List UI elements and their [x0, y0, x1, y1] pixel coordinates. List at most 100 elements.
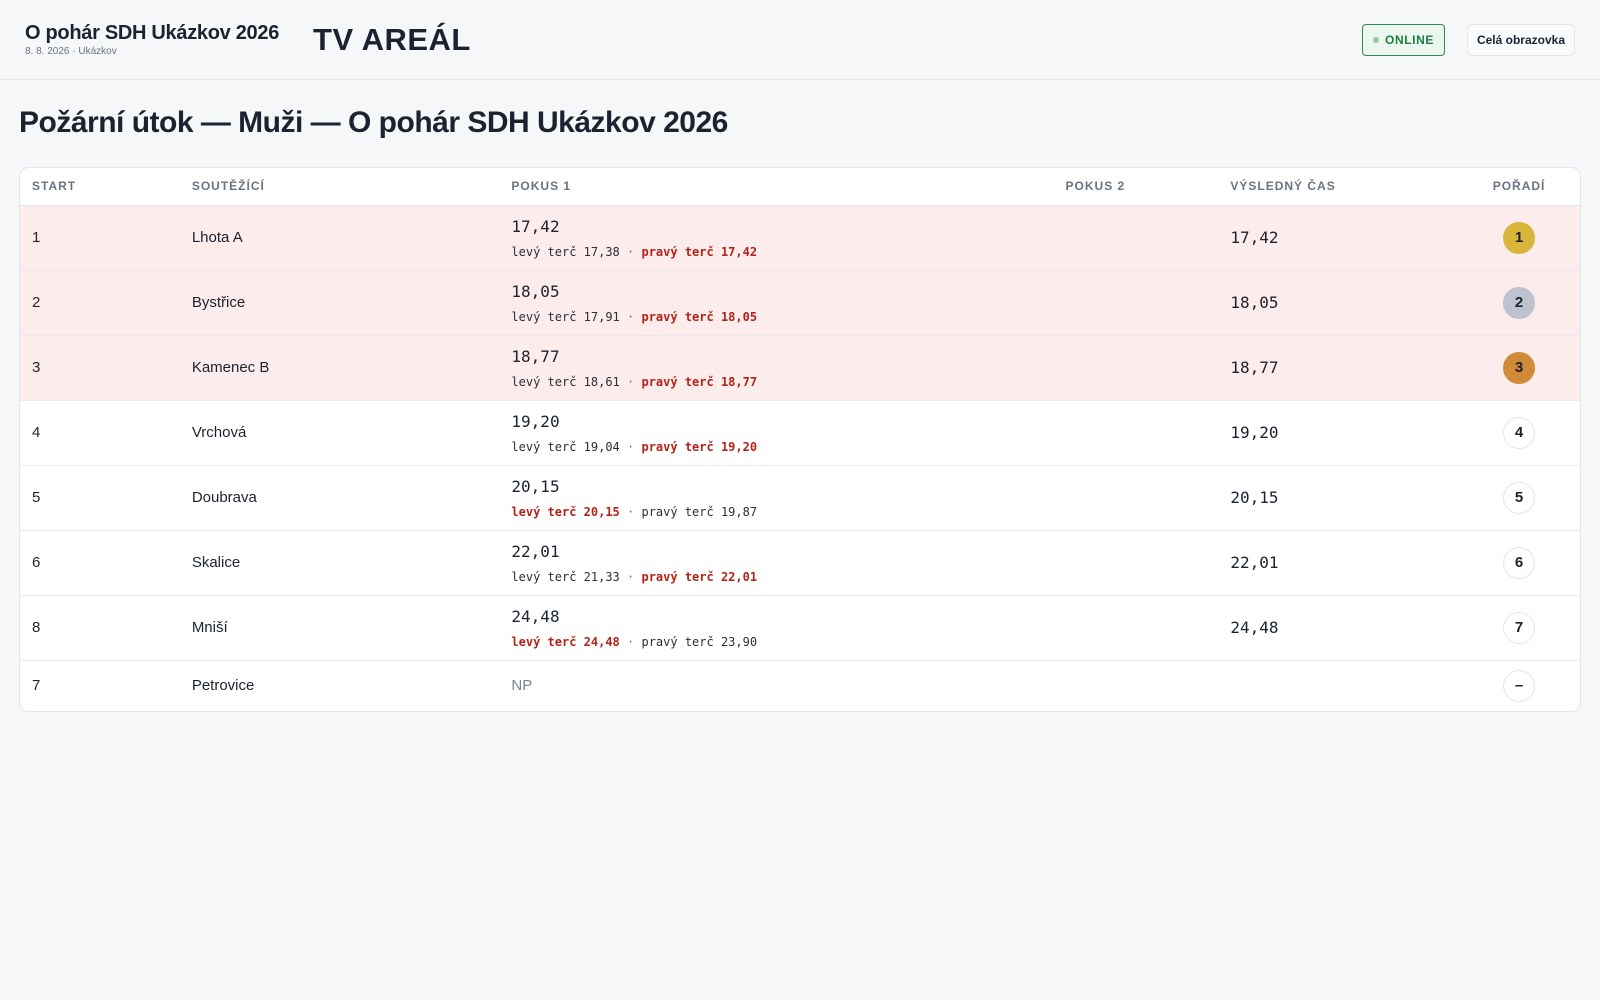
start-number: 3	[20, 335, 180, 401]
table-row: 4 Vrchová 19,20 levý terč 19,04 · pravý ter…	[20, 400, 1580, 466]
final-time: 20,15	[1218, 465, 1459, 531]
right-target-time: pravý terč 22,01	[641, 569, 758, 584]
attempt1-target-times: levý terč 18,61 · pravý terč 18,77	[511, 374, 1053, 390]
final-time: 18,77	[1218, 335, 1459, 401]
attempt1-cell: 20,15 levý terč 20,15 · pravý terč 19,87	[499, 465, 1054, 531]
attempt1-target-times: levý terč 21,33 · pravý terč 22,01	[511, 569, 1053, 585]
status-badge: ONLINE	[1362, 23, 1445, 56]
right-target-time: pravý terč 17,42	[641, 244, 758, 259]
attempt2-cell	[1053, 400, 1219, 466]
final-time	[1218, 660, 1458, 711]
attempt2-cell	[1053, 595, 1219, 661]
left-target-time: levý terč 24,48	[511, 634, 620, 649]
table-body: 1 Lhota A 17,42 levý terč 17,38 · pravý ter…	[20, 205, 1580, 711]
attempt1-cell: 18,05 levý terč 17,91 · pravý terč 18,05	[499, 270, 1054, 336]
right-target-time: pravý terč 19,20	[641, 439, 758, 454]
table-row: 8 Mniší 24,48 levý terč 24,48 · pravý terč …	[20, 595, 1580, 661]
event-subtitle: 8. 8. 2026 · Ukázkov	[25, 46, 117, 57]
final-time: 19,20	[1218, 400, 1459, 466]
column-header-start: START	[20, 168, 180, 206]
start-number: 4	[20, 400, 180, 466]
attempt1-cell: 19,20 levý terč 19,04 · pravý terč 19,20	[499, 400, 1054, 466]
start-number: 2	[20, 270, 180, 336]
rank-cell: 4	[1458, 400, 1580, 466]
team-name: Petrovice	[191, 677, 255, 695]
attempt1-cell: 22,01 levý terč 21,33 · pravý terč 22,01	[499, 530, 1054, 596]
attempt2-cell	[1053, 530, 1219, 596]
attempt1-cell: 17,42 levý terč 17,38 · pravý terč 17,42	[499, 205, 1054, 271]
status-dot-icon	[1373, 36, 1380, 43]
rank-cell: 2	[1458, 270, 1580, 336]
left-target-time: levý terč 20,15	[511, 504, 620, 519]
team-name: Doubrava	[179, 465, 500, 531]
table-row: 5 Doubrava 20,15 levý terč 20,15 · pravý te…	[20, 465, 1580, 531]
attempt1-time: 18,05	[511, 281, 560, 301]
attempt2-cell	[1053, 270, 1219, 336]
status-label: ONLINE	[1385, 32, 1434, 47]
separator: ·	[627, 634, 635, 649]
separator: ·	[627, 504, 635, 519]
event-brand: O pohár SDH Ukázkov 2026 8. 8. 2026 · Uk…	[25, 21, 279, 58]
team-name: Mniší	[179, 595, 500, 661]
separator: ·	[627, 439, 635, 454]
separator: ·	[627, 569, 635, 584]
table-header-row: START SOUTĚŽÍCÍ POKUS 1 POKUS 2 VÝSLEDNÝ…	[20, 168, 1580, 206]
column-header-attempt2: POKUS 2	[1053, 168, 1219, 206]
start-number: 7	[32, 677, 41, 695]
team-name: Vrchová	[179, 400, 500, 466]
attempt1-target-times: levý terč 17,38 · pravý terč 17,42	[511, 244, 1053, 260]
rank-badge: 7	[1503, 611, 1536, 644]
start-number: 8	[20, 595, 180, 661]
column-header-team: SOUTĚŽÍCÍ	[179, 168, 500, 206]
attempt1-time: 18,77	[511, 346, 560, 366]
attempt1-time: 19,20	[511, 411, 560, 431]
rank-badge: 3	[1503, 351, 1536, 384]
attempt1-cell: 24,48 levý terč 24,48 · pravý terč 23,90	[499, 595, 1054, 661]
column-header-rank: POŘADÍ	[1458, 168, 1580, 206]
final-time: 18,05	[1218, 270, 1459, 336]
table-row: 1 Lhota A 17,42 levý terč 17,38 · pravý ter…	[20, 205, 1580, 271]
rank-badge: 6	[1503, 546, 1536, 579]
attempt1-time: 22,01	[511, 541, 560, 561]
column-header-final: VÝSLEDNÝ ČAS	[1218, 168, 1459, 206]
right-target-time: pravý terč 18,77	[641, 374, 758, 389]
left-target-time: levý terč 18,61	[511, 374, 620, 389]
attempt1-time: 17,42	[511, 216, 560, 236]
rank-badge: 1	[1503, 221, 1536, 254]
rank-badge: 2	[1503, 286, 1536, 319]
start-number: 6	[20, 530, 180, 596]
attempt1-target-times: levý terč 24,48 · pravý terč 23,90	[511, 634, 1053, 650]
attempt2-cell	[1053, 465, 1219, 531]
rank-badge: 4	[1503, 416, 1536, 449]
table-row: 2 Bystřice 18,05 levý terč 17,91 · pravý te…	[20, 270, 1580, 336]
team-name: Skalice	[179, 530, 500, 596]
rank-badge: 5	[1503, 481, 1536, 514]
rank-badge: –	[1503, 669, 1536, 702]
column-header-attempt1: POKUS 1	[499, 168, 1054, 206]
separator: ·	[627, 244, 635, 259]
top-bar: O pohár SDH Ukázkov 2026 8. 8. 2026 · Uk…	[0, 0, 1600, 80]
rank-cell: 5	[1458, 465, 1580, 531]
right-target-time: pravý terč 18,05	[641, 309, 758, 324]
rank-cell: 3	[1458, 335, 1580, 401]
team-name: Bystřice	[179, 270, 500, 336]
attempt1-cell: 18,77 levý terč 18,61 · pravý terč 18,77	[499, 335, 1054, 401]
attempt1-target-times: levý terč 19,04 · pravý terč 19,20	[511, 439, 1053, 455]
left-target-time: levý terč 17,38	[511, 244, 620, 259]
page-title: Požární útok — Muži — O pohár SDH Ukázko…	[19, 106, 728, 139]
final-time: 17,42	[1218, 205, 1459, 271]
screen-title: TV AREÁL	[313, 21, 471, 57]
rank-cell: 1	[1458, 205, 1580, 271]
fullscreen-button[interactable]: Celá obrazovka	[1466, 23, 1575, 56]
rank-cell: 6	[1458, 530, 1580, 596]
attempt1-time: NP	[511, 677, 533, 695]
final-time: 24,48	[1218, 595, 1459, 661]
attempt1-time: 20,15	[511, 476, 560, 496]
attempt1-cell: NP	[499, 660, 1053, 711]
left-target-time: levý terč 21,33	[511, 569, 620, 584]
event-title: O pohár SDH Ukázkov 2026	[25, 22, 280, 44]
right-target-time: pravý terč 19,87	[641, 504, 758, 519]
rank-cell: –	[1458, 660, 1580, 711]
left-target-time: levý terč 17,91	[511, 309, 620, 324]
table-row: 6 Skalice 22,01 levý terč 21,33 · pravý ter…	[20, 530, 1580, 596]
